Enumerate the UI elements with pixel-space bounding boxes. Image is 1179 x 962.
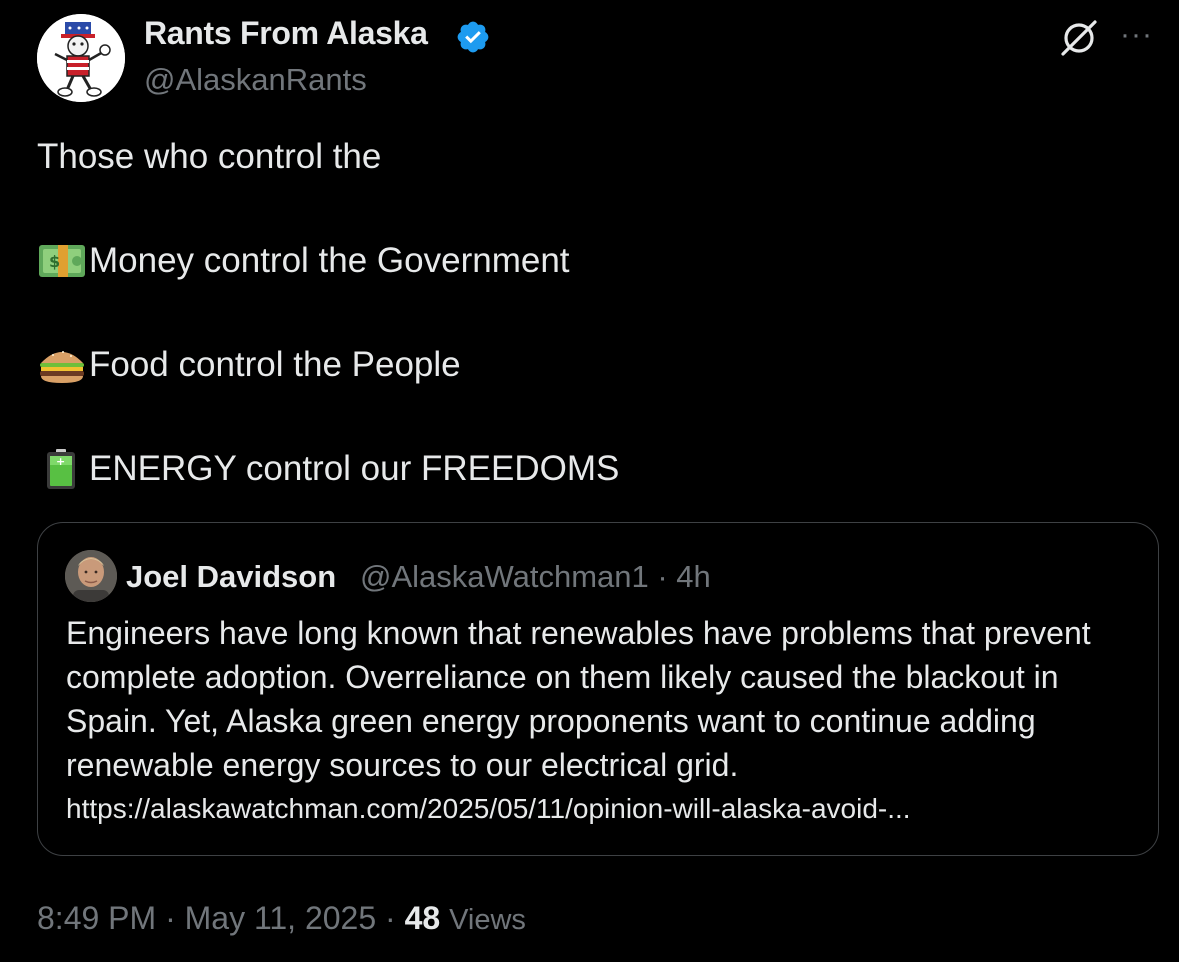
tweet-line-text: Food control the People <box>89 345 461 384</box>
svg-text:$: $ <box>49 252 60 271</box>
author-handle[interactable]: @AlaskanRants <box>144 62 367 98</box>
tweet-timestamp[interactable]: 8:49 PM · May 11, 2025 · <box>37 900 405 936</box>
tweet-container: Rants From Alaska @AlaskanRants ··· Thos… <box>0 0 1179 962</box>
more-options-icon[interactable]: ··· <box>1120 20 1160 52</box>
author-avatar[interactable] <box>37 14 125 102</box>
tweet-line-4: + ENERGY control our FREEDOMS <box>37 449 619 489</box>
grok-icon[interactable] <box>1058 17 1100 59</box>
battery-emoji-icon: + <box>37 449 87 489</box>
quoted-author-avatar[interactable] <box>65 550 117 602</box>
svg-text:+: + <box>56 455 65 468</box>
money-emoji-icon: $ <box>37 241 87 281</box>
tweet-line-1: Those who control the <box>37 137 381 177</box>
quoted-tweet-text: Engineers have long known that renewable… <box>66 615 1091 783</box>
views-count: 48 <box>404 900 441 936</box>
tweet-line-text: Money control the Government <box>89 241 570 280</box>
avatar-cartoon-icon <box>37 14 125 102</box>
tweet-line-text: ENERGY control our FREEDOMS <box>89 449 620 488</box>
author-display-name[interactable]: Rants From Alaska <box>144 15 428 52</box>
views-label: Views <box>449 904 526 936</box>
quoted-tweet-link[interactable]: https://alaskawatchman.com/2025/05/11/op… <box>66 787 1136 831</box>
quoted-tweet-card[interactable]: Joel Davidson @AlaskaWatchman1 · 4h Engi… <box>37 522 1159 856</box>
tweet-line-3: Food control the People <box>37 345 461 385</box>
verified-badge-icon <box>455 19 491 55</box>
quoted-author-name[interactable]: Joel Davidson <box>126 559 336 595</box>
burger-emoji-icon <box>37 345 87 385</box>
tweet-footer: 8:49 PM · May 11, 2025 · 48 Views <box>37 900 526 937</box>
quoted-tweet-text-block: Engineers have long known that renewable… <box>66 611 1136 831</box>
tweet-line-2: $ Money control the Government <box>37 241 570 281</box>
tweet-line-text: Those who control the <box>37 137 382 176</box>
quoted-author-handle-time[interactable]: @AlaskaWatchman1 · 4h <box>360 559 711 595</box>
